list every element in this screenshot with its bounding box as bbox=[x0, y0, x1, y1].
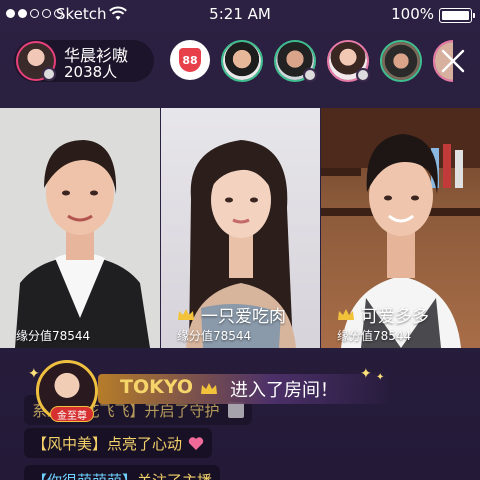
video-tile[interactable]: 缘分值78544 bbox=[0, 108, 160, 348]
battery-percentage: 100% bbox=[391, 5, 434, 23]
vip-badge: 金至尊 bbox=[50, 406, 94, 422]
host-info[interactable]: 华晨衫嗷 2038人 bbox=[14, 40, 154, 82]
tile-score: 缘分值78544 bbox=[16, 329, 91, 343]
video-grid: 缘分值78544 一只爱吃肉 缘分值78544 可爱多多 缘分值78544 bbox=[0, 108, 480, 348]
sparkle-icon: ✦ bbox=[376, 372, 385, 383]
viewer-avatar[interactable] bbox=[327, 40, 370, 82]
crown-icon bbox=[178, 309, 194, 320]
rank-badge[interactable]: 88 bbox=[170, 40, 210, 80]
viewer-avatar-1 bbox=[223, 42, 261, 80]
viewer-badge-icon bbox=[303, 68, 317, 82]
viewer-avatar[interactable] bbox=[221, 40, 263, 82]
tile-name: 可爱多多 bbox=[337, 302, 429, 327]
sparkle-icon: ✦ bbox=[360, 366, 372, 382]
close-icon[interactable] bbox=[440, 48, 466, 74]
entry-user-name: TOKYO bbox=[120, 376, 194, 398]
viewer-badge-icon bbox=[356, 68, 370, 82]
audience-count: 2038人 bbox=[64, 63, 118, 81]
chat-message: 【你很萌萌萌】关注了主播 bbox=[24, 465, 221, 480]
tile-name: 一只爱吃肉 bbox=[177, 302, 286, 327]
viewer-avatar[interactable] bbox=[380, 40, 422, 82]
shield-icon: 88 bbox=[179, 48, 201, 72]
host-avatar[interactable] bbox=[16, 41, 56, 81]
streamer-photo bbox=[15, 140, 150, 348]
chat-message: 【风中美】 点亮了心动 bbox=[24, 428, 213, 458]
entry-text: 进入了房间！ bbox=[230, 380, 338, 401]
viewer-avatar-4 bbox=[382, 42, 420, 80]
status-bar: Sketch 5:21 AM 100% bbox=[0, 0, 480, 30]
video-tile[interactable]: 一只爱吃肉 缘分值78544 bbox=[160, 108, 320, 348]
viewer-list: 88 bbox=[170, 40, 453, 82]
battery-icon bbox=[439, 8, 475, 23]
video-tile[interactable]: 可爱多多 缘分值78544 bbox=[320, 108, 480, 348]
entry-announcement: 金至尊 TOKYO 进入了房间！ ✦ ✦ ✦ bbox=[14, 358, 394, 422]
crown-icon bbox=[201, 383, 217, 394]
crown-icon bbox=[338, 309, 354, 320]
heart-icon bbox=[188, 436, 204, 450]
tile-score: 缘分值78544 bbox=[337, 329, 412, 343]
viewer-avatar[interactable] bbox=[274, 40, 317, 82]
tile-score: 缘分值78544 bbox=[177, 329, 252, 343]
host-level-badge-icon bbox=[42, 67, 56, 81]
sparkle-icon: ✦ bbox=[28, 366, 40, 382]
